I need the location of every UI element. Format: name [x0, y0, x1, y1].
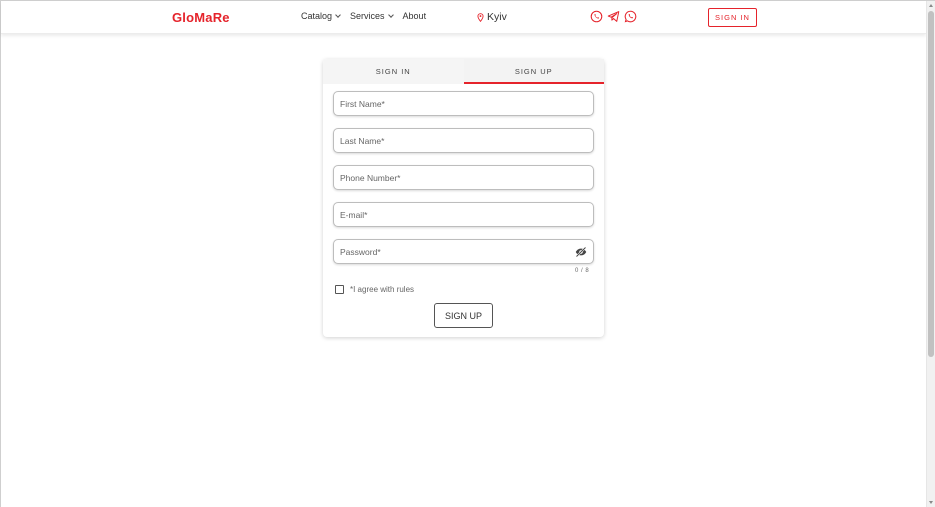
scroll-up-arrow-icon[interactable] — [929, 4, 933, 7]
main-nav: Catalog Services About — [301, 11, 426, 21]
nav-about-label: About — [402, 11, 427, 21]
nav-about[interactable]: About — [403, 11, 427, 21]
social-links — [590, 10, 637, 23]
password-counter: 0 / 8 — [575, 268, 590, 274]
telegram-icon[interactable] — [607, 10, 620, 23]
email-field-wrapper — [333, 202, 594, 227]
sign-up-button[interactable]: SIGN UP — [434, 303, 493, 328]
scrollbar-thumb[interactable] — [928, 11, 934, 357]
phone-field[interactable] — [334, 166, 593, 189]
agree-rules[interactable]: *I agree with rules — [335, 285, 414, 294]
whatsapp-icon[interactable] — [624, 10, 637, 23]
auth-tabs: SIGN IN SIGN UP — [323, 59, 604, 84]
city-selector[interactable]: Kyiv — [477, 11, 507, 23]
chevron-down-icon — [387, 11, 394, 18]
nav-services-label: Services — [350, 11, 385, 21]
email-field[interactable] — [334, 203, 593, 226]
first-name-field[interactable] — [334, 92, 593, 115]
phone-field-wrapper — [333, 165, 594, 190]
last-name-field[interactable] — [334, 129, 593, 152]
scrollbar[interactable] — [926, 1, 935, 507]
last-name-field-wrapper — [333, 128, 594, 153]
tab-sign-up[interactable]: SIGN UP — [463, 59, 604, 84]
agree-checkbox[interactable] — [335, 285, 344, 294]
scroll-down-arrow-icon[interactable] — [929, 501, 933, 504]
header-sign-in-button[interactable]: SIGN IN — [708, 8, 757, 27]
location-pin-icon — [477, 12, 484, 22]
first-name-field-wrapper — [333, 91, 594, 116]
agree-label: *I agree with rules — [350, 285, 415, 294]
city-label: Kyiv — [487, 11, 507, 23]
nav-catalog-label: Catalog — [301, 11, 333, 21]
password-field-wrapper — [333, 239, 594, 264]
chevron-down-icon — [335, 11, 341, 18]
eye-off-icon[interactable] — [575, 246, 587, 258]
tab-sign-in[interactable]: SIGN IN — [323, 59, 464, 84]
viber-icon[interactable] — [590, 10, 603, 23]
nav-services[interactable]: Services — [350, 11, 394, 21]
logo[interactable]: GloMaRe — [172, 10, 230, 25]
auth-card: SIGN IN SIGN UP 0 / 8 *I agree with rule… — [323, 59, 604, 337]
password-field[interactable] — [334, 240, 593, 263]
nav-catalog[interactable]: Catalog — [301, 11, 341, 21]
header: GloMaRe Catalog Services About Kyiv SIGN… — [1, 1, 926, 34]
